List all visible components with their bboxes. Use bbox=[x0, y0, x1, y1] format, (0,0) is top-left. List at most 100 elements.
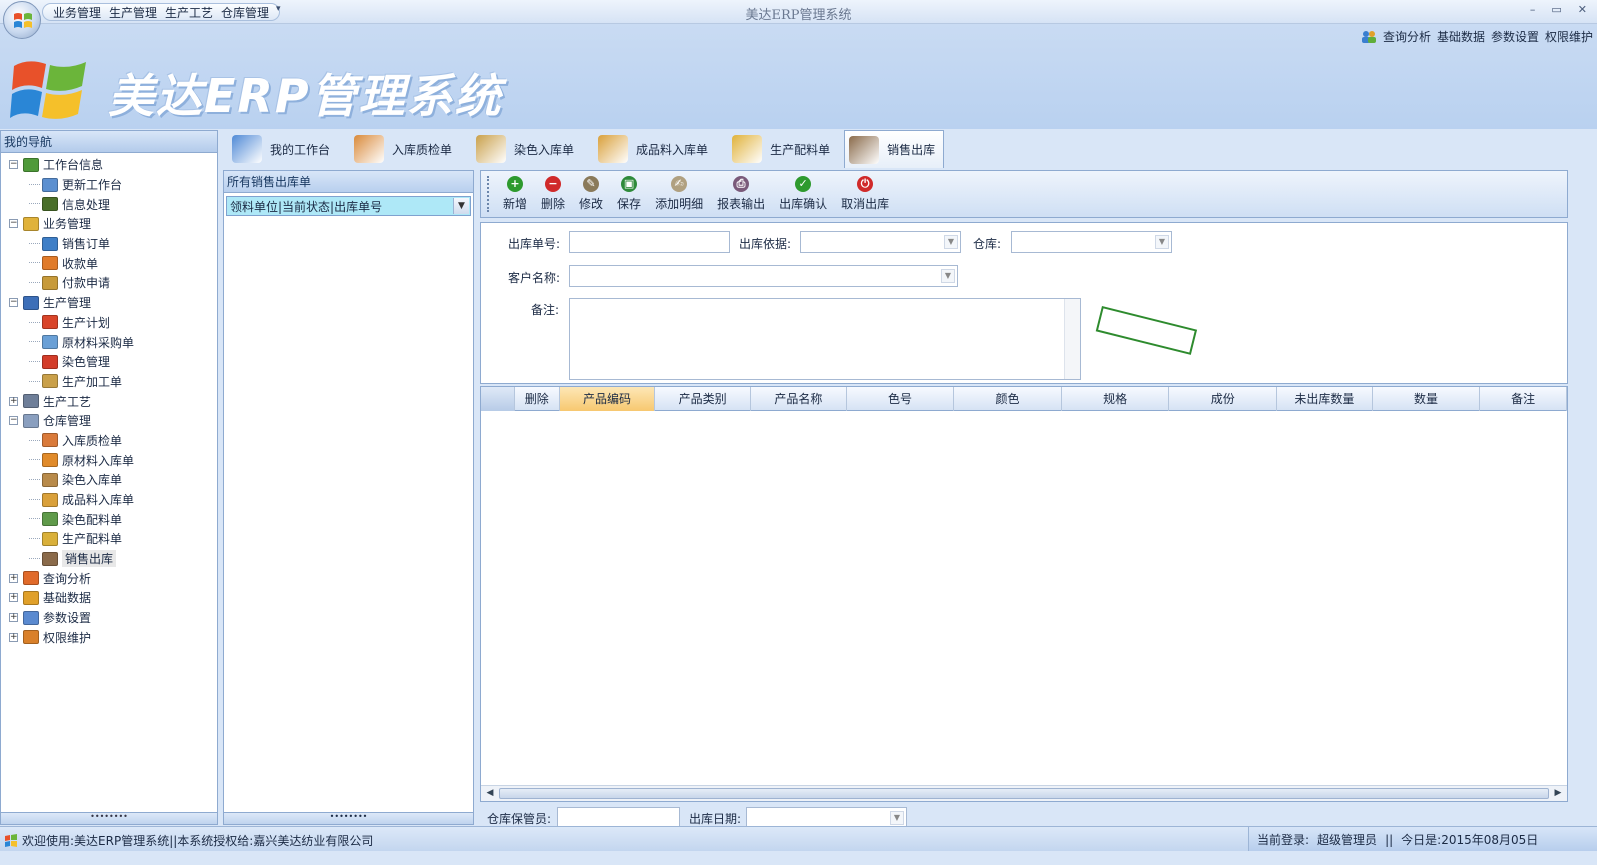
nav-item-label: 付款申请 bbox=[62, 276, 111, 291]
close-button[interactable]: ✕ bbox=[1578, 3, 1587, 16]
nav-item[interactable]: 原材料入库单 bbox=[1, 450, 217, 470]
basis-label: 出库依据: bbox=[739, 237, 792, 251]
remark-scrollbar[interactable] bbox=[1064, 299, 1080, 379]
top-link-query[interactable]: 查询分析 bbox=[1383, 28, 1431, 45]
grid-column-header[interactable]: 备注 bbox=[1480, 387, 1568, 411]
nav-item-label: 收款单 bbox=[62, 256, 99, 271]
expand-icon[interactable]: + bbox=[9, 593, 18, 603]
save-icon: ▣ bbox=[621, 176, 638, 192]
grid-column-header[interactable]: 成份 bbox=[1169, 387, 1278, 411]
nav-item[interactable]: 入库质检单 bbox=[1, 431, 217, 451]
customer-select[interactable]: ▼ bbox=[569, 265, 958, 287]
tab-item[interactable]: 入库质检单 bbox=[344, 130, 464, 168]
nav-item[interactable]: 更新工作台 bbox=[1, 175, 217, 195]
toolbar-grip[interactable] bbox=[487, 176, 490, 212]
nav-item[interactable]: 信息处理 bbox=[1, 194, 217, 214]
nav-item[interactable]: 生产加工单 bbox=[1, 372, 217, 392]
tab-item[interactable]: 我的工作台 bbox=[222, 130, 342, 168]
nav-item[interactable]: 销售出库 bbox=[1, 549, 217, 569]
chevron-down-icon[interactable]: ▼ bbox=[944, 235, 958, 249]
expand-icon[interactable]: + bbox=[9, 632, 18, 642]
remark-textarea[interactable] bbox=[569, 298, 1081, 380]
restore-button[interactable]: ▭ bbox=[1551, 3, 1561, 16]
top-link-params[interactable]: 参数设置 bbox=[1491, 28, 1539, 45]
toolbar-button[interactable]: ✎ 修改 bbox=[572, 176, 610, 212]
top-link-base-data[interactable]: 基础数据 bbox=[1437, 28, 1485, 45]
collapse-icon[interactable]: − bbox=[9, 160, 18, 170]
grid-column-header[interactable]: 数量 bbox=[1373, 387, 1481, 411]
nav-item[interactable]: 染色管理 bbox=[1, 352, 217, 372]
toolbar-button[interactable]: ▣ 保存 bbox=[610, 176, 648, 212]
tab-item[interactable]: 生产配料单 bbox=[722, 130, 842, 168]
nav-item[interactable]: 生产计划 bbox=[1, 313, 217, 333]
nav-item[interactable]: 付款申请 bbox=[1, 273, 217, 293]
nav-item[interactable]: 染色入库单 bbox=[1, 470, 217, 490]
toolbar-button[interactable]: + 新增 bbox=[496, 176, 534, 212]
toolbar-button-label: 取消出库 bbox=[841, 197, 890, 211]
tab-item[interactable]: 成品料入库单 bbox=[588, 130, 720, 168]
grid-column-header[interactable]: 规格 bbox=[1062, 387, 1170, 411]
grid-corner[interactable] bbox=[481, 387, 515, 411]
grid-column-header[interactable]: 产品类别 bbox=[655, 387, 751, 411]
minimize-button[interactable]: – bbox=[1530, 3, 1536, 16]
date-picker[interactable]: ▼ bbox=[746, 807, 907, 827]
grid-column-header[interactable]: 颜色 bbox=[954, 387, 1062, 411]
nav-item[interactable]: 染色配料单 bbox=[1, 509, 217, 529]
scroll-left-icon[interactable]: ◀ bbox=[483, 787, 497, 800]
remark-label: 备注: bbox=[531, 303, 560, 317]
scroll-right-icon[interactable]: ▶ bbox=[1551, 787, 1565, 800]
grid-column-header[interactable]: 色号 bbox=[847, 387, 955, 411]
expand-icon[interactable]: + bbox=[9, 396, 18, 406]
tab-item[interactable]: 染色入库单 bbox=[466, 130, 586, 168]
out-no-input[interactable] bbox=[569, 231, 730, 253]
nav-group[interactable]: − 仓库管理 bbox=[1, 411, 217, 431]
expand-icon[interactable]: + bbox=[9, 573, 18, 583]
list-filter-select[interactable]: 领料单位|当前状态|出库单号 ▼ bbox=[226, 196, 471, 216]
nav-item[interactable]: 销售订单 bbox=[1, 234, 217, 254]
chevron-down-icon[interactable]: ▼ bbox=[890, 811, 904, 825]
grid-column-header[interactable]: 产品名称 bbox=[751, 387, 847, 411]
chevron-down-icon[interactable]: ▼ bbox=[1155, 235, 1169, 249]
warehouse-label: 仓库: bbox=[973, 237, 1002, 251]
toolbar-button[interactable]: ✓ 出库确认 bbox=[772, 176, 834, 212]
keeper-input[interactable] bbox=[557, 807, 680, 827]
nav-item[interactable]: 成品料入库单 bbox=[1, 490, 217, 510]
nav-group[interactable]: − 业务管理 bbox=[1, 214, 217, 234]
nav-item[interactable]: 生产配料单 bbox=[1, 529, 217, 549]
collapse-icon[interactable]: − bbox=[9, 298, 18, 308]
grid-horizontal-scrollbar[interactable]: ◀ ▶ bbox=[481, 785, 1567, 801]
nav-group[interactable]: + 参数设置 bbox=[1, 608, 217, 628]
nav-item-icon bbox=[42, 374, 58, 389]
nav-group[interactable]: + 基础数据 bbox=[1, 588, 217, 608]
toolbar-button[interactable]: ⎙ 报表输出 bbox=[710, 176, 772, 212]
nav-group[interactable]: + 生产工艺 bbox=[1, 391, 217, 411]
nav-resize-handle[interactable]: •••••••• bbox=[1, 812, 217, 824]
warehouse-select[interactable]: ▼ bbox=[1011, 231, 1172, 253]
nav-group[interactable]: + 权限维护 bbox=[1, 628, 217, 648]
collapse-icon[interactable]: − bbox=[9, 219, 18, 229]
toolbar-button[interactable]: ✍ 添加明细 bbox=[648, 176, 710, 212]
chevron-down-icon[interactable]: ▼ bbox=[453, 198, 469, 214]
grid-column-header[interactable]: 删除 bbox=[515, 387, 560, 411]
basis-select[interactable]: ▼ bbox=[800, 231, 961, 253]
nav-group[interactable]: − 生产管理 bbox=[1, 293, 217, 313]
scroll-thumb[interactable] bbox=[499, 788, 1549, 799]
tab-item[interactable]: 销售出库 bbox=[844, 130, 945, 168]
application-menu-button[interactable] bbox=[3, 1, 41, 39]
grid-column-header[interactable]: 未出库数量 bbox=[1277, 387, 1373, 411]
chevron-down-icon[interactable]: ▼ bbox=[941, 269, 955, 283]
nav-item[interactable]: 原材料采购单 bbox=[1, 332, 217, 352]
expand-icon[interactable]: + bbox=[9, 613, 18, 623]
nav-group[interactable]: + 查询分析 bbox=[1, 568, 217, 588]
nav-group[interactable]: − 工作台信息 bbox=[1, 155, 217, 175]
window-controls: – ▭ ✕ bbox=[1530, 3, 1587, 16]
nav-group-icon bbox=[23, 295, 39, 310]
list-resize-handle[interactable]: •••••••• bbox=[224, 812, 473, 824]
nav-item[interactable]: 收款单 bbox=[1, 253, 217, 273]
toolbar-button[interactable]: − 删除 bbox=[534, 176, 572, 212]
toolbar-button[interactable]: ⏻ 取消出库 bbox=[834, 176, 896, 212]
grid-column-header[interactable]: 产品编码 bbox=[559, 387, 656, 411]
collapse-icon[interactable]: − bbox=[9, 416, 18, 426]
toolbar-button-label: 删除 bbox=[541, 197, 566, 211]
top-link-permissions[interactable]: 权限维护 bbox=[1545, 28, 1593, 45]
